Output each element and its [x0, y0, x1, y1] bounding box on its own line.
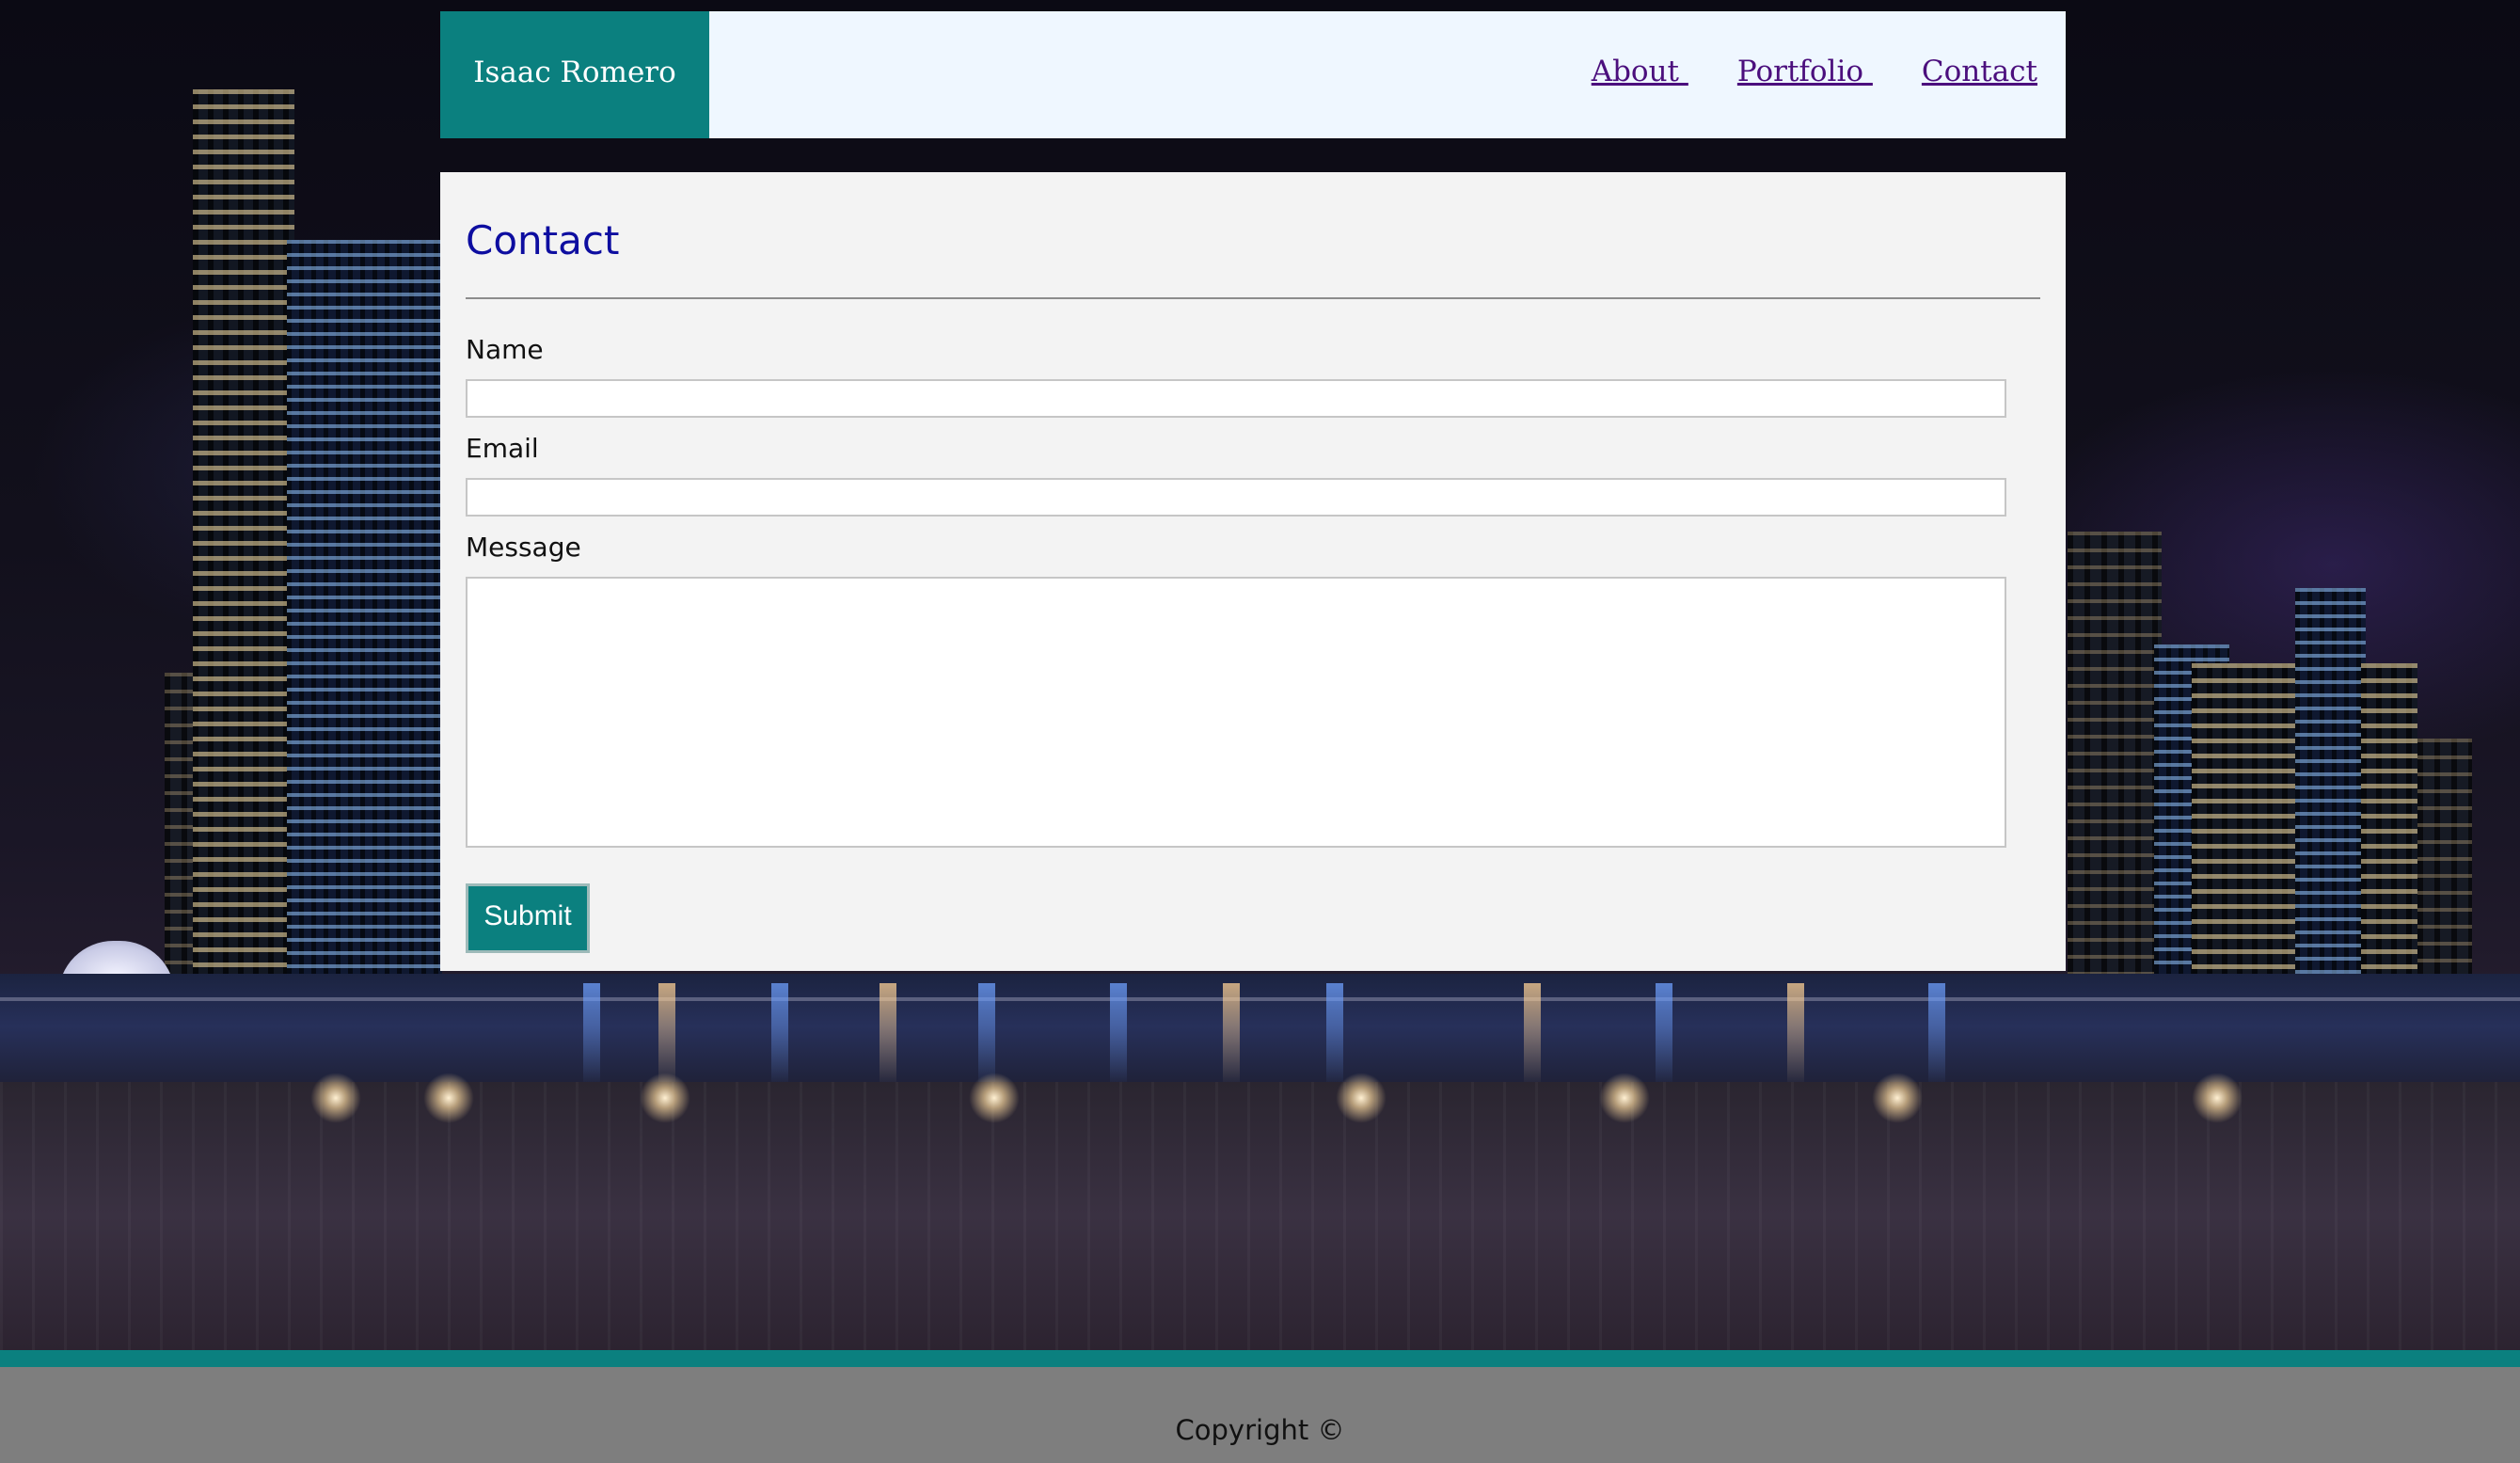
- submit-button[interactable]: Submit: [466, 883, 590, 953]
- copyright-text: Copyright ©: [1175, 1414, 1345, 1446]
- site-footer: Copyright ©: [0, 1367, 2520, 1463]
- message-label: Message: [466, 532, 581, 563]
- message-textarea[interactable]: [466, 577, 2006, 848]
- nav-link-about[interactable]: About: [1592, 55, 1688, 88]
- page-title: Contact: [466, 217, 620, 263]
- name-input[interactable]: [466, 379, 2006, 418]
- nav-link-contact[interactable]: Contact: [1922, 55, 2037, 88]
- site-brand[interactable]: Isaac Romero: [440, 11, 709, 138]
- title-divider: [466, 297, 2040, 299]
- nav-link-portfolio[interactable]: Portfolio: [1737, 55, 1873, 88]
- brand-name: Isaac Romero: [473, 55, 676, 89]
- site-header: Isaac Romero About Portfolio Contact: [440, 11, 2066, 138]
- email-input[interactable]: [466, 478, 2006, 517]
- email-label: Email: [466, 433, 539, 464]
- name-label: Name: [466, 334, 544, 365]
- footer-accent-bar: [0, 1350, 2520, 1367]
- contact-card: Contact Name Email Message Submit: [440, 172, 2066, 971]
- main-nav: About Portfolio Contact: [1543, 11, 2037, 138]
